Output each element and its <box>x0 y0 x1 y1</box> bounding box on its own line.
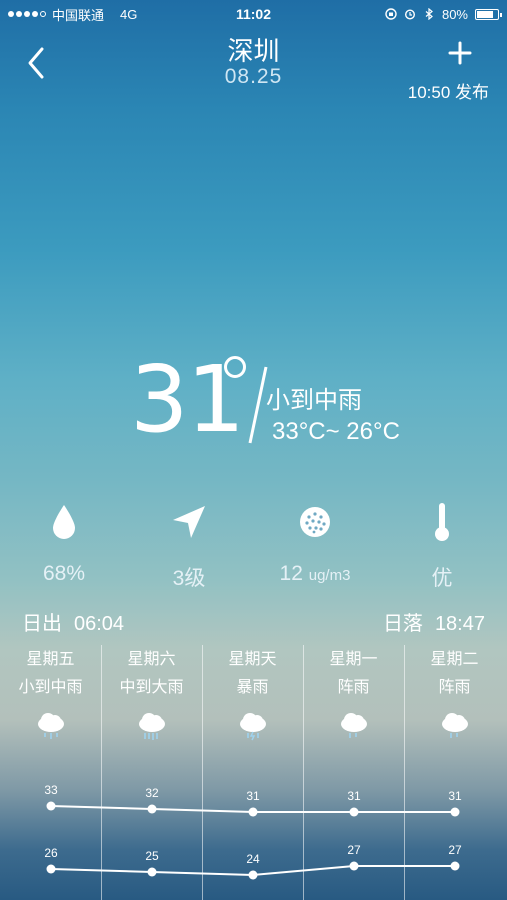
low-temp-label: 27 <box>347 843 361 857</box>
low-temp-point <box>147 867 157 877</box>
low-temp-label: 25 <box>145 849 159 863</box>
weather-metrics: 68% 3级 12 ug/m3 优 <box>0 500 507 590</box>
humidity-drop-icon <box>53 505 75 539</box>
metric-humidity: 68% <box>9 500 119 586</box>
low-temp-label: 27 <box>448 843 462 857</box>
low-temp-label: 24 <box>246 852 260 866</box>
low-temp-point <box>349 861 359 871</box>
network-type: 4G <box>120 6 138 22</box>
metric-wind: 3级 <box>134 500 244 592</box>
sunrise-label: 日出 <box>22 613 62 635</box>
sunrise-info: 日出 06:04 <box>22 607 124 636</box>
current-weather-desc: 小到中雨 <box>266 387 362 414</box>
carrier-name: 中国联通 <box>52 7 105 23</box>
high-temp-point <box>147 804 157 814</box>
metric-air-quality: 优 <box>387 500 497 592</box>
city-name: 深圳 <box>227 36 280 66</box>
forecast-panel: 星期五 小到中雨 星期六 中到大雨 星期天 暴雨 星期一 阵雨 星期二 阵雨 3… <box>0 645 507 900</box>
slash-divider <box>248 366 268 444</box>
battery-icon <box>475 8 502 20</box>
degree-symbol <box>224 356 246 378</box>
low-temp-point <box>248 870 258 880</box>
wind-arrow-icon <box>173 506 205 538</box>
low-temp-point <box>450 861 460 871</box>
sunset-time: 18:47 <box>434 613 485 635</box>
plus-icon <box>448 41 472 65</box>
pm25-unit: ug/m3 <box>308 567 351 584</box>
high-temp-point <box>248 807 258 817</box>
wind-value: 3级 <box>172 567 206 590</box>
low-temp-label: 26 <box>44 846 58 860</box>
high-temp-label: 31 <box>448 789 462 803</box>
status-bar: 中国联通 4G 11:02 80% <box>0 0 507 28</box>
battery-percent: 80% <box>441 6 468 22</box>
high-temp-point <box>349 807 359 817</box>
sunset-label: 日落 <box>382 613 423 635</box>
high-temp-point <box>450 807 460 817</box>
air-quality-value: 优 <box>431 567 453 590</box>
low-temp-point <box>46 864 56 874</box>
high-temp-point <box>46 801 56 811</box>
alarm-icon <box>404 9 415 20</box>
add-city-button[interactable] <box>447 40 473 66</box>
pm25-icon <box>300 507 330 537</box>
temperature-line-chart: 33 32 31 31 31 26 25 24 27 27 <box>44 783 462 880</box>
metric-pm25: 12 ug/m3 <box>260 500 370 586</box>
pm25-number: 12 <box>279 562 303 585</box>
humidity-value: 68% <box>42 562 86 585</box>
pm25-value: 12 ug/m3 <box>260 562 370 586</box>
high-temp-label: 33 <box>44 783 58 797</box>
sunset-info: 日落 18:47 <box>383 607 485 636</box>
publish-time: 10:50 发布 <box>407 83 489 102</box>
high-temp-label: 31 <box>347 789 361 803</box>
high-temp-label: 32 <box>145 786 159 800</box>
signal-strength-icon <box>8 11 46 17</box>
sunrise-time: 06:04 <box>74 613 125 635</box>
temperature-range: 33°C~ 26°C <box>272 418 400 445</box>
orientation-lock-icon <box>385 8 397 20</box>
high-temp-label: 31 <box>246 789 260 803</box>
thermometer-icon <box>435 503 449 541</box>
bluetooth-icon <box>425 8 433 20</box>
